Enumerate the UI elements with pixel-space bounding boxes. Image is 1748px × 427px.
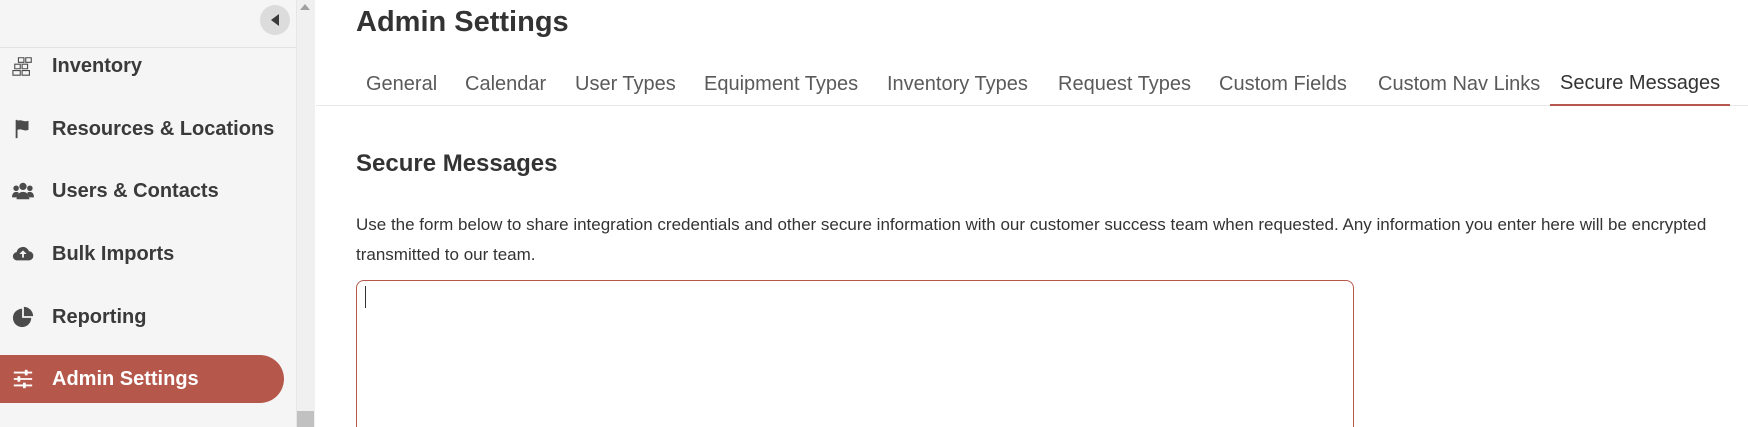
caret-left-icon [271,14,279,26]
description-line: transmitted to our team. [356,245,536,264]
tab-user-types[interactable]: User Types [565,62,686,106]
tab-calendar[interactable]: Calendar [455,62,556,106]
tab-equipment-types[interactable]: Equipment Types [694,62,868,106]
tab-custom-nav-links[interactable]: Custom Nav Links [1368,62,1550,106]
sidebar-item-users-contacts[interactable]: Users & Contacts [0,167,284,215]
sidebar-header [0,0,296,48]
sidebar-item-label: Users & Contacts [52,179,219,202]
sidebar-item-resources-locations[interactable]: Resources & Locations [0,105,284,153]
sidebar-item-reporting[interactable]: Reporting [0,293,284,341]
boxes-icon [11,54,35,78]
sidebar-item-admin-settings[interactable]: Admin Settings [0,355,284,403]
cloud-upload-icon [11,242,35,266]
sliders-icon [11,367,35,391]
tab-request-types[interactable]: Request Types [1048,62,1201,106]
section-description: Use the form below to share integration … [356,210,1748,270]
sidebar: Inventory Resources & Locations Users & … [0,0,296,427]
collapse-sidebar-button[interactable] [260,5,290,35]
sidebar-item-bulk-imports[interactable]: Bulk Imports [0,230,284,278]
description-line: Use the form below to share integration … [356,215,1707,234]
text-caret [365,286,366,308]
tab-custom-fields[interactable]: Custom Fields [1209,62,1357,106]
main-content: Admin Settings General Calendar User Typ… [316,0,1748,427]
tab-secure-messages[interactable]: Secure Messages [1550,62,1731,106]
sidebar-item-inventory[interactable]: Inventory [0,42,284,90]
users-icon [11,179,35,203]
flag-icon [11,117,35,141]
settings-tabs: General Calendar User Types Equipment Ty… [316,62,1748,106]
sidebar-item-label: Reporting [52,305,147,328]
pie-chart-icon [11,305,35,329]
secure-message-input[interactable] [356,280,1354,427]
section-title: Secure Messages [356,150,558,177]
sidebar-scrollbar[interactable] [296,0,315,427]
tab-general[interactable]: General [356,62,447,106]
sidebar-item-label: Resources & Locations [52,117,275,140]
page-title: Admin Settings [356,6,569,38]
tab-inventory-types[interactable]: Inventory Types [877,62,1038,106]
scroll-up-icon[interactable] [300,4,310,10]
sidebar-item-label: Admin Settings [52,367,199,390]
sidebar-item-label: Inventory [52,54,143,77]
sidebar-scrollbar-thumb[interactable] [297,411,314,427]
sidebar-item-label: Bulk Imports [52,242,175,265]
